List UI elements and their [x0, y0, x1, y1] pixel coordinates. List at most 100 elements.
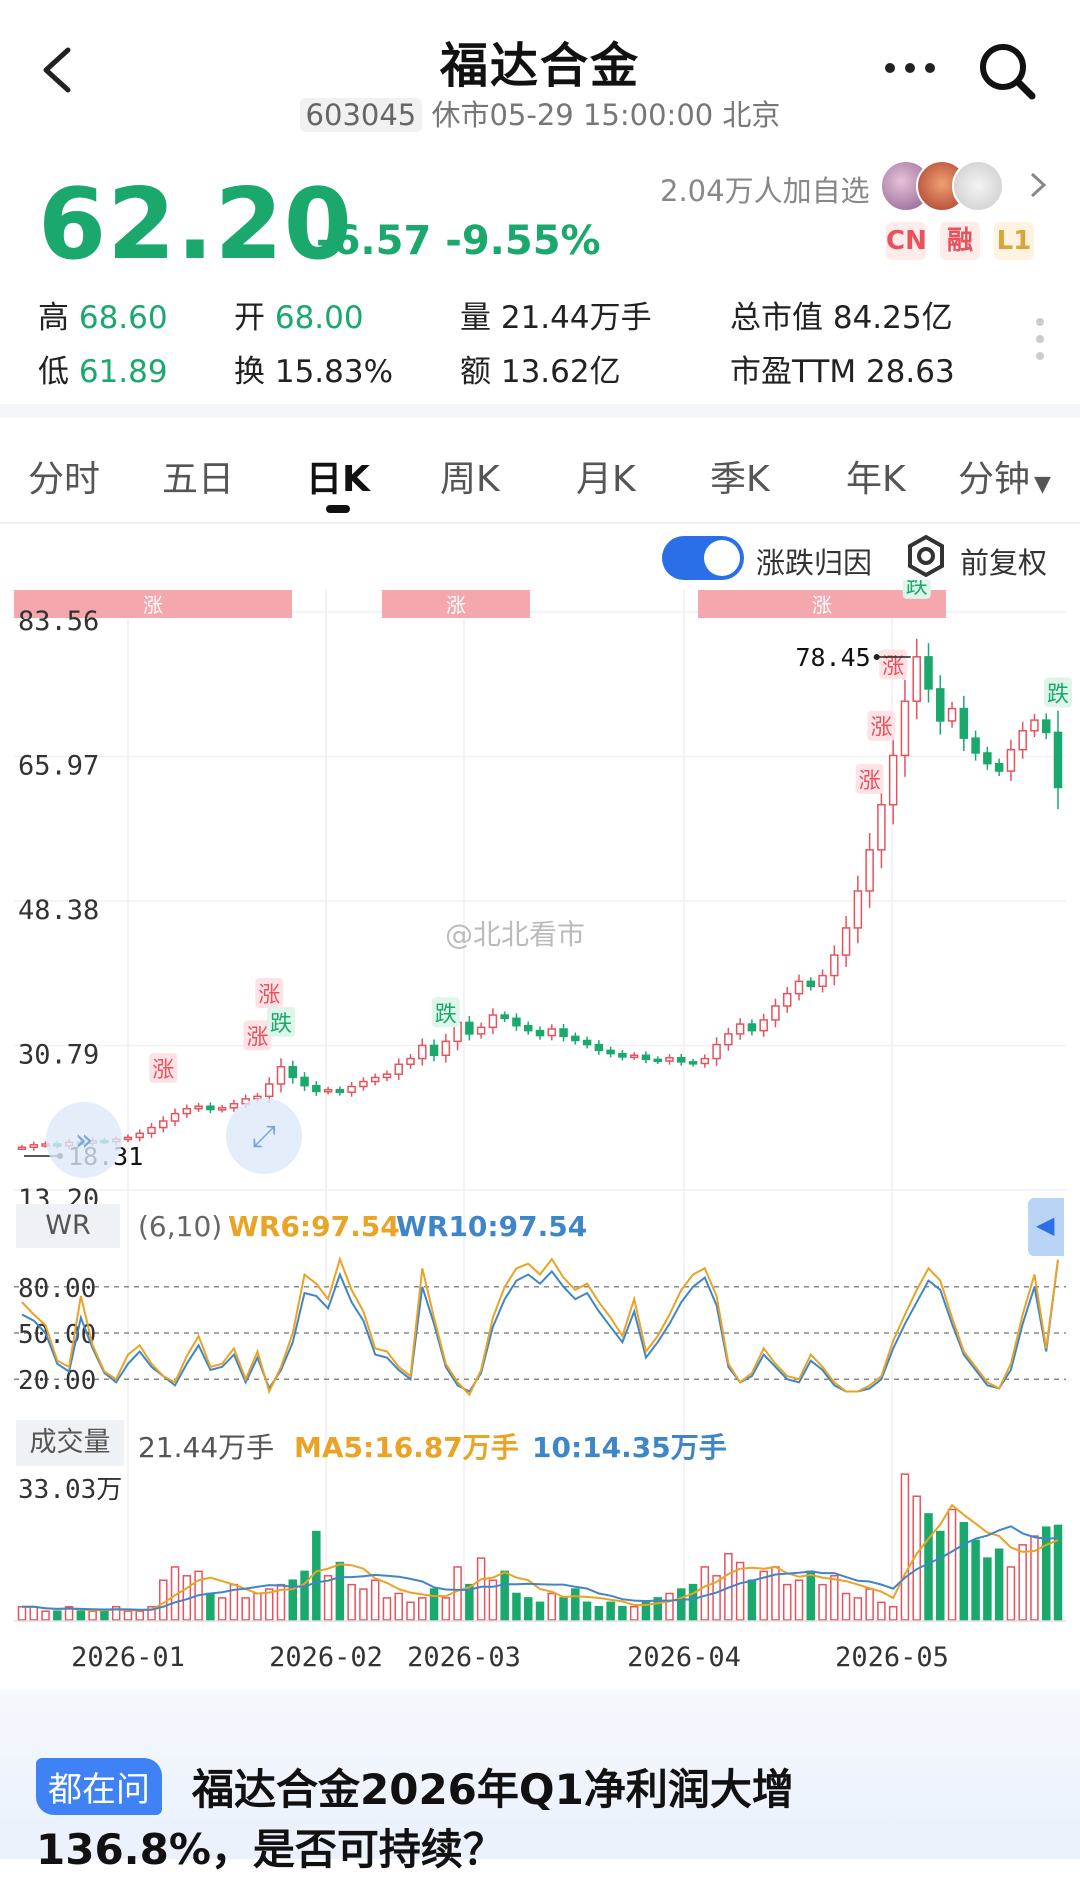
tab-divider — [0, 522, 1080, 524]
tab-five-day[interactable]: 五日 — [162, 450, 234, 502]
header: 福达合金 603045 休市05-29 15:00:00 北京 — [0, 0, 1080, 140]
volume-bar — [865, 1588, 874, 1621]
tab-minute[interactable]: 分钟 ▼ — [958, 450, 1051, 502]
follower-avatars[interactable] — [880, 160, 1010, 212]
attribution-toggle[interactable] — [662, 536, 744, 580]
stock-chart[interactable]: 涨涨涨 涨涨涨涨涨涨跌 跌跌跌 83.5665.9748.3830.7913.20… — [0, 580, 1080, 1680]
tab-monthly-k[interactable]: 月K — [576, 450, 636, 502]
tab-yearly-k[interactable]: 年K — [846, 450, 906, 502]
candle-body — [594, 1043, 604, 1052]
signal-label: 涨 — [152, 1058, 174, 1083]
candle-body — [983, 752, 992, 765]
stat-amount: 额 13.62亿 — [460, 354, 621, 390]
candle-body — [712, 1043, 721, 1060]
volume-bar — [629, 1605, 639, 1621]
candle-body — [994, 762, 1004, 772]
tab-intraday[interactable]: 分时 — [28, 450, 100, 502]
search-icon[interactable] — [976, 40, 1040, 104]
active-tab-indicator — [326, 505, 350, 513]
current-price: 62.20 — [38, 168, 353, 282]
chevron-right-icon[interactable] — [1028, 170, 1048, 200]
volume-bar — [41, 1610, 50, 1621]
volume-bar — [523, 1597, 533, 1621]
date-tick-label: 2026-01 — [71, 1642, 185, 1673]
volume-bar — [76, 1610, 86, 1621]
candle-body — [1018, 730, 1027, 751]
stock-subtitle: 603045 休市05-29 15:00:00 北京 — [0, 92, 1080, 134]
up-zone-label: 涨 — [446, 593, 466, 617]
more-icon[interactable] — [884, 58, 936, 78]
tag-margin[interactable]: 融 — [940, 222, 980, 260]
volume-label[interactable]: 成交量 — [16, 1420, 124, 1466]
candle-body — [441, 1040, 451, 1057]
stat-turnover: 换 15.83% — [234, 354, 394, 390]
tab-quarterly-k[interactable]: 季K — [710, 450, 770, 502]
volume-bar — [500, 1570, 509, 1621]
volume-bar — [241, 1597, 250, 1621]
candlestick-series: 涨涨涨涨涨涨跌 跌跌跌 — [17, 580, 1072, 1151]
wr-label[interactable]: WR — [16, 1204, 120, 1248]
price-change: -6.57 -9.55% — [316, 218, 601, 264]
candle-body — [771, 1005, 780, 1021]
double-chevron-icon: » — [75, 1123, 93, 1158]
candle-body — [159, 1120, 168, 1129]
wr-params: (6,10) — [138, 1210, 223, 1243]
candle-body — [335, 1089, 345, 1093]
candle-body — [123, 1136, 133, 1141]
volume-bar — [217, 1597, 227, 1621]
volume-bar — [429, 1588, 439, 1621]
attribution-zones: 涨涨涨 — [14, 590, 946, 618]
volume-bar — [335, 1561, 345, 1621]
tag-cn[interactable]: CN — [886, 222, 927, 260]
wr-level-label: 80.00 — [18, 1274, 96, 1304]
candle-body — [418, 1044, 427, 1060]
adjust-label[interactable]: 前复权 — [960, 540, 1047, 582]
signal-label: 涨 — [258, 983, 280, 1008]
tab-weekly-k[interactable]: 周K — [440, 450, 500, 502]
candle-body — [877, 803, 886, 851]
question-title-cont[interactable]: 136.8%，是否可持续？ — [36, 1816, 505, 1877]
high-marker-label: 78.45 — [795, 643, 870, 672]
candle-body — [512, 1017, 521, 1027]
signal-label: 跌 — [435, 1002, 457, 1027]
date-tick-label: 2026-02 — [269, 1642, 383, 1673]
volume-bar — [936, 1530, 945, 1621]
volume-bar — [971, 1539, 980, 1621]
volume-bar — [830, 1575, 839, 1621]
collapse-panel-button[interactable]: ◀ — [1028, 1198, 1064, 1256]
change-percent: -9.55% — [445, 218, 601, 264]
candle-body — [182, 1107, 192, 1115]
signal-label: 跌 — [1047, 682, 1069, 707]
volume-bar — [1006, 1566, 1016, 1621]
volume-bars: 33.03万 — [14, 1473, 1066, 1622]
candle-body — [547, 1028, 557, 1037]
candle-body — [924, 656, 933, 690]
tab-daily-k[interactable]: 日K — [306, 450, 370, 502]
followers-count[interactable]: 2.04万人加自选 — [660, 168, 870, 210]
candle-body — [841, 927, 851, 956]
price-tick-label: 65.97 — [18, 751, 99, 782]
volume-bar — [535, 1601, 545, 1621]
tag-l1[interactable]: L1 — [994, 222, 1034, 260]
candle-body — [1006, 748, 1016, 772]
candle-body — [523, 1024, 533, 1032]
candle-body — [465, 1021, 474, 1035]
candle-body — [300, 1076, 309, 1087]
candle-body — [500, 1014, 509, 1020]
volume-bar — [700, 1566, 710, 1621]
volume-bar — [1018, 1544, 1027, 1621]
kebab-icon[interactable] — [1034, 316, 1046, 362]
candle-body — [735, 1023, 745, 1035]
candle-body — [1053, 731, 1063, 789]
stock-code: 603045 — [299, 98, 423, 132]
volume-bar — [559, 1597, 568, 1621]
candle-body — [830, 954, 839, 977]
candle-body — [288, 1066, 298, 1079]
question-title[interactable]: 福达合金2026年Q1净利润大增 — [192, 1756, 794, 1817]
candle-body — [359, 1080, 368, 1088]
high-marker-dot — [873, 653, 880, 660]
settings-icon[interactable] — [904, 534, 948, 578]
wr-level-label: 20.00 — [18, 1366, 96, 1396]
wr-indicator: 80.0050.0020.00 — [14, 1255, 1066, 1397]
volume-bar — [606, 1601, 615, 1621]
